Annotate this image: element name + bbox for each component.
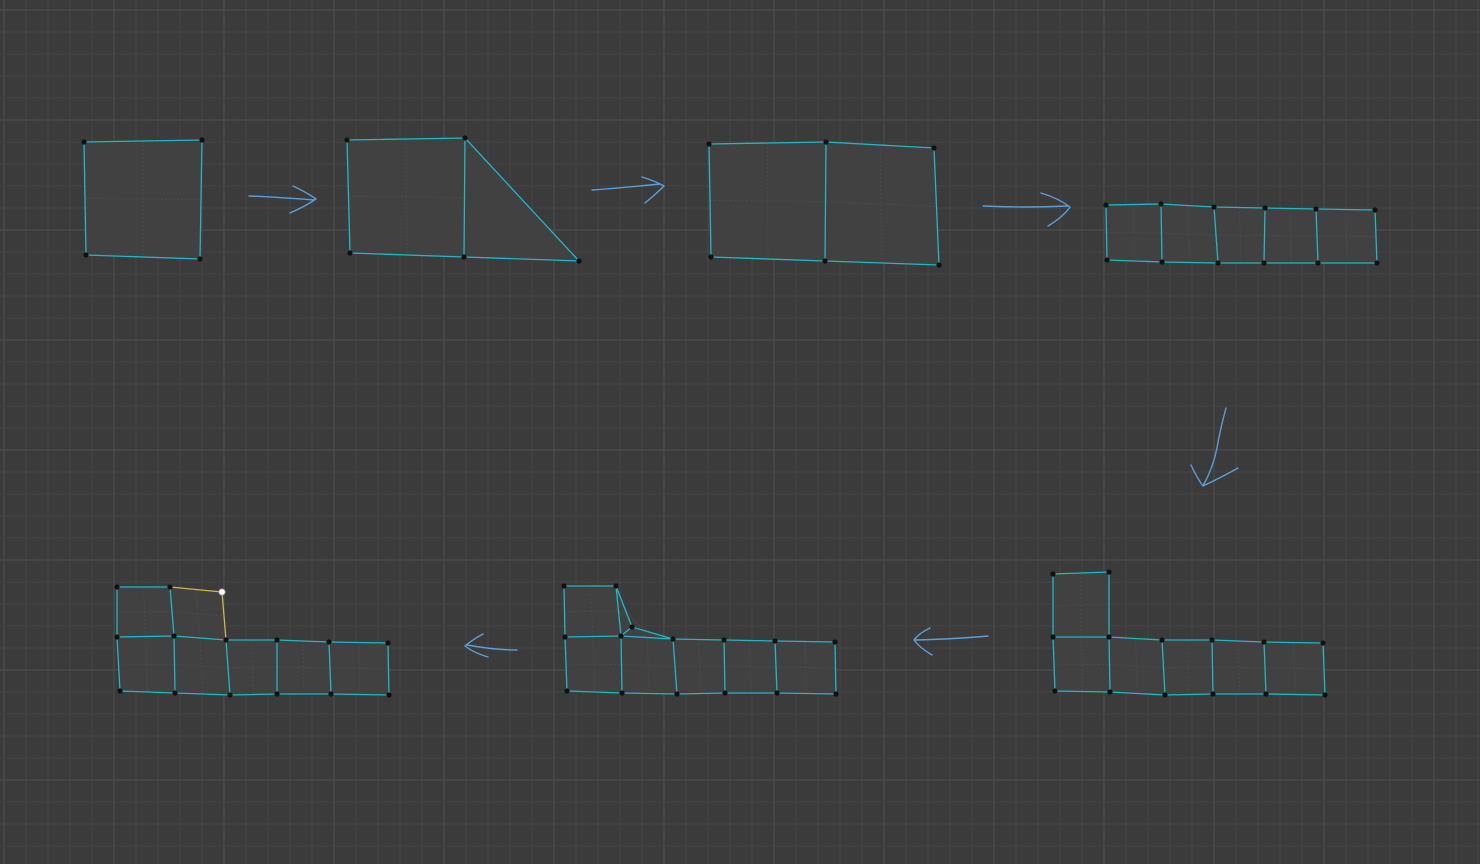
step-2-extruded-triangle[interactable] (344, 135, 582, 264)
mesh-vertex[interactable] (670, 636, 676, 642)
mesh-vertex[interactable] (772, 638, 778, 644)
mesh-vertex[interactable] (1106, 634, 1112, 640)
mesh-vertex[interactable] (344, 137, 350, 143)
mesh-vertex[interactable] (114, 634, 120, 640)
mesh-vertex[interactable] (1209, 637, 1215, 643)
mesh-vertex[interactable] (461, 254, 467, 260)
mesh-vertex[interactable] (1261, 260, 1267, 266)
mesh-vertex[interactable] (462, 135, 468, 141)
mesh-vertex[interactable] (1215, 260, 1221, 266)
mesh-vertex[interactable] (674, 691, 680, 697)
mesh-vertex[interactable] (1052, 688, 1058, 694)
mesh-vertex[interactable] (1159, 259, 1165, 265)
mesh-vertex[interactable] (1374, 260, 1380, 266)
mesh-vertex[interactable] (227, 692, 233, 698)
mesh-vertex[interactable] (274, 691, 280, 697)
mesh-vertex[interactable] (1372, 207, 1378, 213)
mesh-vertex[interactable] (1103, 202, 1109, 208)
mesh-vertex[interactable] (562, 634, 568, 640)
mesh-vertex[interactable] (328, 691, 334, 697)
arrow-right-icon (591, 176, 665, 204)
arrow-left-icon (913, 627, 989, 656)
mesh-vertex[interactable] (326, 639, 332, 645)
step-7-l-shape-second-quad[interactable] (114, 584, 392, 698)
mesh-vertex[interactable] (1262, 205, 1268, 211)
step-1-single-quad[interactable] (81, 137, 205, 262)
mesh-vertex[interactable] (833, 691, 839, 697)
mesh-vertex[interactable] (822, 258, 828, 264)
mesh-vertex[interactable] (576, 258, 582, 264)
mesh-vertex[interactable] (223, 637, 229, 643)
mesh-vertex[interactable] (1050, 571, 1056, 577)
arrow-right-icon (982, 192, 1071, 227)
mesh-vertex[interactable] (1050, 634, 1056, 640)
mesh-vertex[interactable] (117, 688, 123, 694)
mesh-vertex[interactable] (561, 583, 567, 589)
mesh-vertex[interactable] (706, 141, 712, 147)
mesh-vertex[interactable] (385, 640, 391, 646)
mesh-diagram[interactable] (0, 0, 1480, 864)
mesh-vertex[interactable] (347, 250, 353, 256)
mesh-vertex[interactable] (1106, 569, 1112, 575)
step-6-l-shape-with-extrusion[interactable] (561, 583, 839, 697)
mesh-vertex[interactable] (1263, 691, 1269, 697)
arrow-right-icon (248, 185, 317, 214)
mesh-vertex[interactable] (1162, 692, 1168, 698)
mesh-face[interactable] (1264, 208, 1318, 263)
mesh-face[interactable] (621, 636, 677, 694)
mesh-vertex[interactable] (1211, 204, 1217, 210)
step-5-l-shape[interactable] (1050, 569, 1328, 698)
mesh-vertex[interactable] (114, 584, 120, 590)
mesh-vertex[interactable] (1322, 692, 1328, 698)
mesh-vertex[interactable] (931, 145, 937, 151)
mesh-vertex[interactable] (1158, 201, 1164, 207)
mesh-vertex[interactable] (197, 256, 203, 262)
mesh-vertex[interactable] (1315, 260, 1321, 266)
mesh-vertex[interactable] (81, 139, 87, 145)
mesh-vertex[interactable] (171, 633, 177, 639)
mesh-vertex[interactable] (1104, 257, 1110, 263)
mesh-vertex[interactable] (619, 690, 625, 696)
step-4-strip-of-five[interactable] (1103, 201, 1380, 266)
mesh-vertex[interactable] (274, 637, 280, 643)
mesh-vertex-selected[interactable] (218, 588, 226, 596)
mesh-vertex[interactable] (564, 688, 570, 694)
mesh-vertex[interactable] (386, 692, 392, 698)
mesh-vertex[interactable] (722, 690, 728, 696)
mesh-vertex[interactable] (1313, 206, 1319, 212)
arrow-down-icon (1190, 407, 1239, 487)
mesh-vertex[interactable] (774, 690, 780, 696)
mesh-vertex[interactable] (1320, 640, 1326, 646)
step-3-two-quads[interactable] (706, 139, 942, 268)
mesh-vertex[interactable] (1210, 691, 1216, 697)
mesh-face[interactable] (1109, 637, 1165, 695)
mesh-vertex[interactable] (832, 639, 838, 645)
mesh-vertex[interactable] (83, 252, 89, 258)
mesh-vertex[interactable] (721, 637, 727, 643)
mesh-vertex[interactable] (618, 633, 624, 639)
mesh-vertex[interactable] (1107, 689, 1113, 695)
mesh-vertex[interactable] (167, 584, 173, 590)
mesh-vertex[interactable] (823, 139, 829, 145)
mesh-vertex[interactable] (936, 262, 942, 268)
canvas[interactable] (0, 0, 1480, 864)
mesh-vertex[interactable] (629, 624, 635, 630)
mesh-vertex[interactable] (613, 583, 619, 589)
mesh-vertex[interactable] (172, 690, 178, 696)
mesh-vertex[interactable] (708, 254, 714, 260)
mesh-vertex[interactable] (1261, 639, 1267, 645)
mesh-vertex[interactable] (1159, 637, 1165, 643)
mesh-vertex[interactable] (199, 137, 205, 143)
arrow-left-icon (464, 633, 518, 658)
